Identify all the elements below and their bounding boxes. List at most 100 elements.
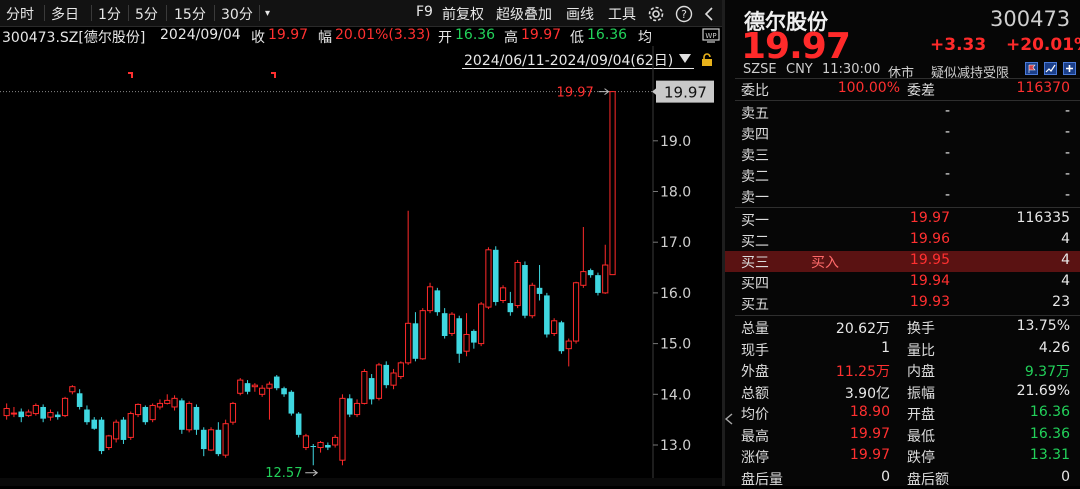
divider <box>735 100 1080 101</box>
overlay-button[interactable]: 超级叠加 <box>496 4 552 24</box>
candle-body <box>529 284 536 317</box>
bid-price: 19.93 <box>909 294 950 310</box>
svg-text:?: ? <box>681 8 687 21</box>
stat-label: 总额 <box>741 385 769 402</box>
candle-body <box>186 402 193 431</box>
candle-body <box>164 399 171 404</box>
candle-body <box>91 419 98 429</box>
ask-row[interactable]: 卖二 - - <box>725 165 1080 186</box>
bid-price: 19.94 <box>909 273 950 289</box>
candle-body <box>551 320 558 334</box>
indicator-strip <box>0 478 722 486</box>
stat-label: 换手 <box>907 321 935 337</box>
event-marker <box>271 72 276 78</box>
stock-code: 300473 <box>990 7 1071 31</box>
ask-label: 卖二 <box>741 169 769 185</box>
candle-body <box>179 400 185 430</box>
ask-row[interactable]: 卖一 - - <box>725 186 1080 207</box>
ask-row[interactable]: 卖四 - - <box>725 123 1080 144</box>
price-change-pct: +20.01% <box>1006 35 1080 55</box>
candle-body <box>602 264 609 294</box>
period-dropdown[interactable]: ▾ <box>265 8 270 19</box>
open-label: 开 <box>438 30 452 46</box>
chart-toolbar: 分时 多日 1分 5分 15分 30分 ▾ F9 前复权 超级叠加 画线 工具 … <box>0 0 722 27</box>
bid-price: 19.96 <box>909 231 950 247</box>
tab-multiday[interactable]: 多日 <box>51 4 79 24</box>
bid-label: 买一 <box>741 213 769 229</box>
stat-label: 均价 <box>741 407 769 423</box>
candle-body <box>478 303 485 345</box>
stat-value: 0 <box>881 468 890 485</box>
bid-price: 19.97 <box>909 210 950 226</box>
help-icon[interactable]: ? <box>675 5 693 23</box>
draw-line-button[interactable]: 画线 <box>566 4 594 24</box>
ask-price: - <box>944 103 950 119</box>
close-label: 收 <box>251 30 265 46</box>
separator <box>91 5 92 21</box>
stat-label: 现手 <box>741 342 769 359</box>
forward-adjust-button[interactable]: 前复权 <box>442 4 484 24</box>
candle-body <box>207 429 215 451</box>
ask-row[interactable]: 卖三 - - <box>725 144 1080 165</box>
candle-body <box>156 402 164 408</box>
candle-body <box>120 419 127 440</box>
stats-row: 盘后量 0 盘后额 0 <box>725 468 1080 489</box>
candle-body <box>273 376 280 389</box>
candle-body <box>302 435 310 449</box>
candle-body <box>281 388 287 395</box>
f9-button[interactable]: F9 <box>416 4 433 20</box>
tab-intraday[interactable]: 分时 <box>6 4 34 24</box>
tab-15min[interactable]: 15分 <box>174 4 206 24</box>
tab-5min[interactable]: 5分 <box>135 4 158 24</box>
bid-row-selected[interactable]: 买三 买入 19.95 4 <box>725 251 1080 272</box>
stat-value: 11.25万 <box>835 364 890 380</box>
candle-body <box>368 378 375 400</box>
candle-body <box>375 364 383 399</box>
candle-body <box>149 404 156 421</box>
event-marker <box>128 72 133 78</box>
ask-row[interactable]: 卖五 - - <box>725 102 1080 123</box>
stats-row: 最高 19.97 最低 16.36 <box>725 425 1080 446</box>
candle-body <box>485 249 492 308</box>
separator <box>128 5 129 21</box>
candle-body <box>448 313 456 334</box>
bid-row[interactable]: 买二 19.96 4 <box>725 230 1080 251</box>
candle-body <box>325 445 331 448</box>
tools-button[interactable]: 工具 <box>608 4 636 24</box>
bid-row[interactable]: 买五 19.93 23 <box>725 293 1080 314</box>
bid-row[interactable]: 买一 19.97 116335 <box>725 209 1080 230</box>
avg-label: 均 <box>638 30 652 46</box>
high-value: 19.97 <box>521 27 562 43</box>
low-annotation-arrow <box>305 469 319 477</box>
candlestick-chart[interactable]: 19.0 18.0 17.0 16.0 15.0 14.0 13.0 19.97 19.97 12… <box>0 46 722 478</box>
wp-icon[interactable]: WP <box>702 28 720 44</box>
bid-label: 买二 <box>741 234 769 250</box>
y-tick-label: 14.0 <box>660 387 691 403</box>
bid-row[interactable]: 买四 19.94 4 <box>725 272 1080 293</box>
add-icon[interactable] <box>1063 62 1076 75</box>
chevron-left-icon[interactable] <box>701 5 719 23</box>
candle-body <box>54 414 61 418</box>
y-tick-label: 15.0 <box>660 337 691 353</box>
stat-label: 涨停 <box>741 450 769 466</box>
buy-tag[interactable]: 买入 <box>811 252 839 272</box>
ask-volume: - <box>1064 166 1070 182</box>
candle-body <box>40 406 46 419</box>
flag-icon[interactable] <box>1025 62 1038 75</box>
tab-30min[interactable]: 30分 <box>221 4 253 24</box>
stat-label: 总量 <box>741 321 769 337</box>
stat-label: 开盘 <box>907 407 935 423</box>
stat-value: 9.37万 <box>1024 364 1070 380</box>
gear-icon[interactable] <box>647 5 665 23</box>
y-tick-label: 19.0 <box>660 134 691 150</box>
tab-1min[interactable]: 1分 <box>98 4 121 24</box>
stat-value: 19.97 <box>849 425 890 442</box>
candle-body <box>544 295 550 335</box>
chart-icon[interactable] <box>1044 62 1057 75</box>
candle-body <box>61 397 69 417</box>
stat-value: 3.90亿 <box>844 385 890 402</box>
weibi-value: 100.00% <box>837 80 900 96</box>
weicha-value: 116370 <box>1016 80 1070 96</box>
candle-body <box>397 362 404 378</box>
stat-value: 20.62万 <box>835 321 890 337</box>
